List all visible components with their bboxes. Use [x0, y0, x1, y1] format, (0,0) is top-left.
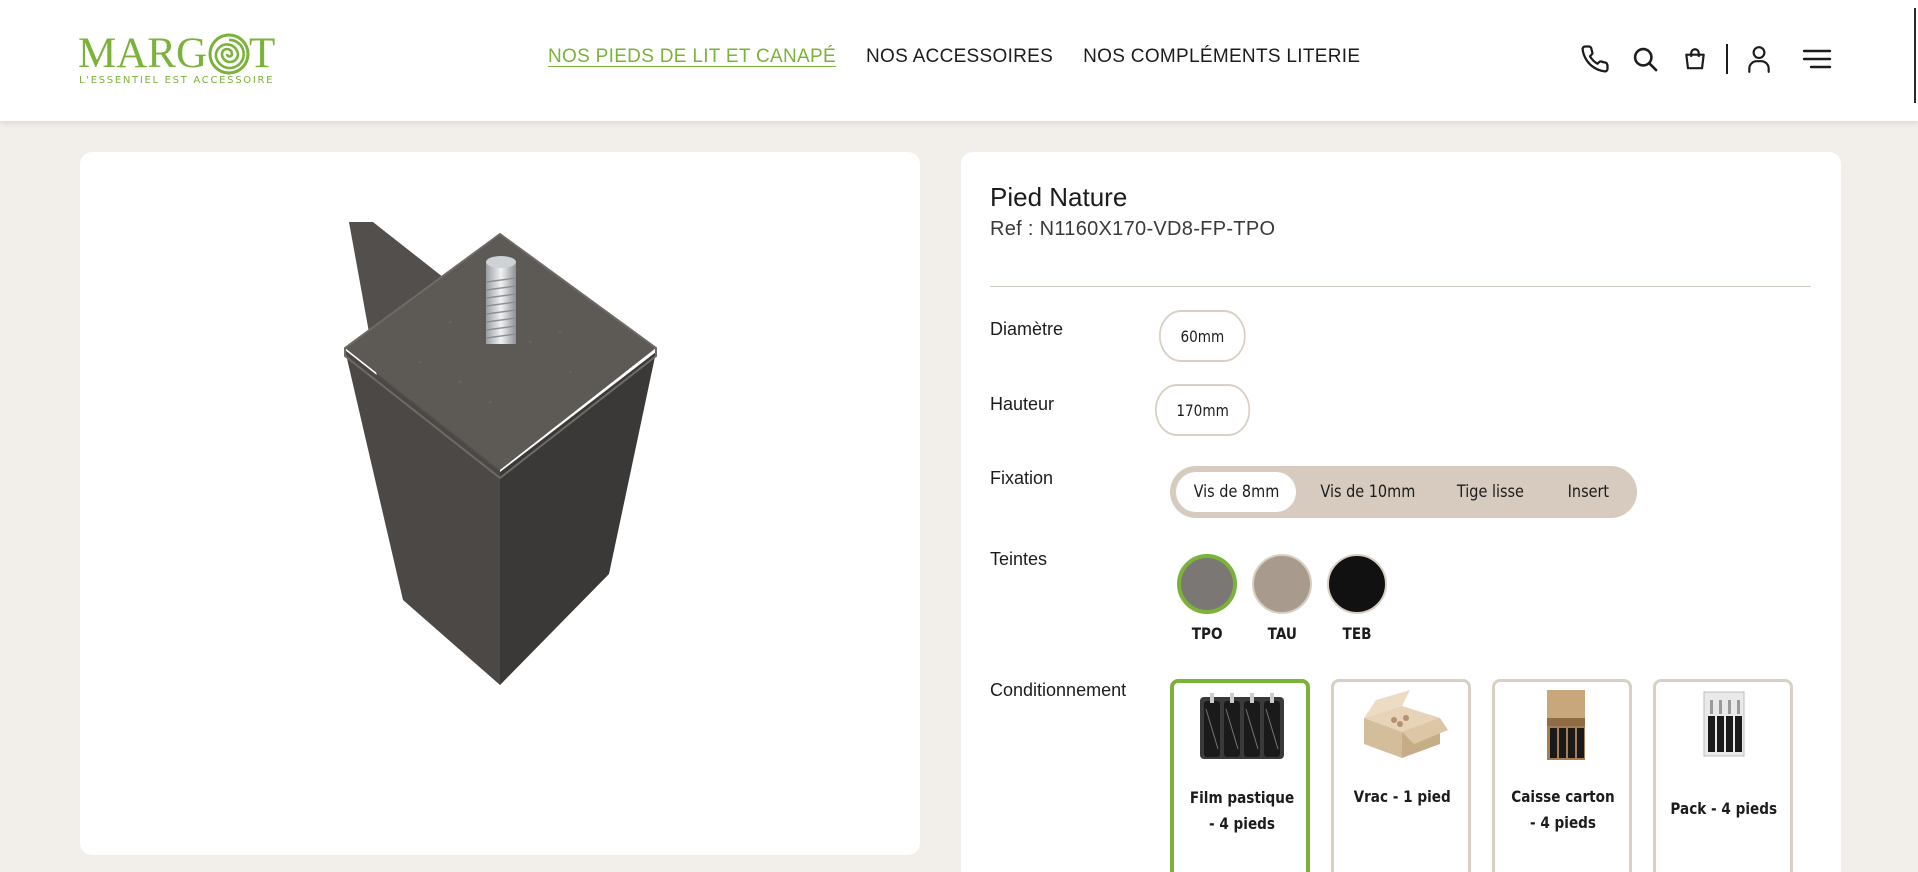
product-title: Pied Nature: [990, 182, 1128, 212]
diametre-option[interactable]: 60mm: [1159, 310, 1246, 362]
fixation-option-insert[interactable]: Insert: [1548, 472, 1628, 512]
product-detail-panel: Pied Nature Ref : N1160X170-VD8-FP-TPO D…: [961, 152, 1841, 872]
page-scrollbar[interactable]: [1912, 0, 1918, 105]
header-actions: [1578, 42, 1834, 76]
pack-option-caisse[interactable]: Caisse carton - 4 pieds: [1492, 679, 1632, 872]
nav-complements-literie[interactable]: NOS COMPLÉMENTS LITERIE: [1083, 46, 1360, 68]
main-nav: NOS PIEDS DE LIT ET CANAPÉ NOS ACCESSOIR…: [548, 46, 1360, 68]
conditionnement-label: Conditionnement: [990, 680, 1127, 700]
bag-icon[interactable]: [1678, 42, 1712, 76]
fixation-selector: Vis de 8mm Vis de 10mm Tige lisse Insert: [1170, 466, 1637, 518]
pack-image: [1703, 691, 1745, 757]
teinte-code-teb: TEB: [1342, 624, 1372, 643]
pack-option-vrac[interactable]: Vrac - 1 pied: [1331, 679, 1471, 872]
fixation-label: Fixation: [990, 468, 1054, 488]
logo-wordmark-text: MARG: [78, 30, 208, 77]
swirl-logo-icon: [208, 33, 250, 75]
vrac-box-image: [1364, 690, 1448, 758]
product-image-panel: [80, 152, 920, 855]
fixation-option-label: Tige lisse: [1456, 482, 1524, 502]
logo-tagline: L'ESSENTIEL EST ACCESSOIRE: [79, 75, 275, 86]
divider: [990, 286, 1811, 287]
fixation-option-label: Insert: [1567, 482, 1609, 502]
teinte-swatch-tau[interactable]: [1252, 554, 1312, 614]
user-icon[interactable]: [1742, 42, 1776, 76]
pack-option-label: Pack - 4 pieds: [1670, 799, 1778, 818]
hauteur-label: Hauteur: [990, 394, 1055, 414]
fixation-option-vis-10mm[interactable]: Vis de 10mm: [1304, 472, 1432, 512]
nav-accessoires[interactable]: NOS ACCESSOIRES: [866, 46, 1053, 68]
hauteur-value: 170mm: [1176, 400, 1229, 420]
diametre-value: 60mm: [1180, 326, 1225, 346]
nav-pieds-de-lit[interactable]: NOS PIEDS DE LIT ET CANAPÉ: [548, 46, 836, 68]
search-icon[interactable]: [1628, 42, 1662, 76]
pack-option-pack[interactable]: Pack - 4 pieds: [1653, 679, 1793, 872]
fixation-option-label: Vis de 10mm: [1320, 482, 1416, 502]
teintes-label: Teintes: [990, 549, 1048, 569]
pack-option-label: Vrac - 1 pied: [1353, 787, 1451, 806]
product-image[interactable]: [330, 222, 670, 692]
teinte-swatch-tpo[interactable]: [1177, 554, 1237, 614]
pack-option-label: Film pastique - 4 pieds: [1189, 788, 1295, 833]
brand-logo[interactable]: MARG T L'ESSENTIEL EST ACCESSOIRE: [78, 30, 298, 90]
fixation-option-vis-8mm[interactable]: Vis de 8mm: [1176, 472, 1296, 512]
teinte-code-tau: TAU: [1267, 624, 1297, 643]
product-ref: Ref : N1160X170-VD8-FP-TPO: [990, 218, 1276, 240]
fixation-option-tige-lisse[interactable]: Tige lisse: [1440, 472, 1540, 512]
menu-icon[interactable]: [1800, 42, 1834, 76]
pack-option-film[interactable]: Film pastique - 4 pieds: [1170, 679, 1310, 872]
site-header: MARG T L'ESSENTIEL EST ACCESSOIRE NOS PIE…: [0, 0, 1918, 121]
diametre-label: Diamètre: [990, 319, 1064, 339]
fixation-option-label: Vis de 8mm: [1193, 482, 1279, 502]
hauteur-option[interactable]: 170mm: [1155, 384, 1251, 436]
phone-icon[interactable]: [1578, 42, 1612, 76]
pack-option-label: Caisse carton - 4 pieds: [1511, 787, 1615, 832]
carton-box-image: [1547, 690, 1585, 760]
teinte-swatch-teb[interactable]: [1327, 554, 1387, 614]
film-pack-image: [1200, 693, 1284, 759]
teinte-code-tpo: TPO: [1191, 624, 1223, 643]
header-separator: [1726, 44, 1728, 74]
